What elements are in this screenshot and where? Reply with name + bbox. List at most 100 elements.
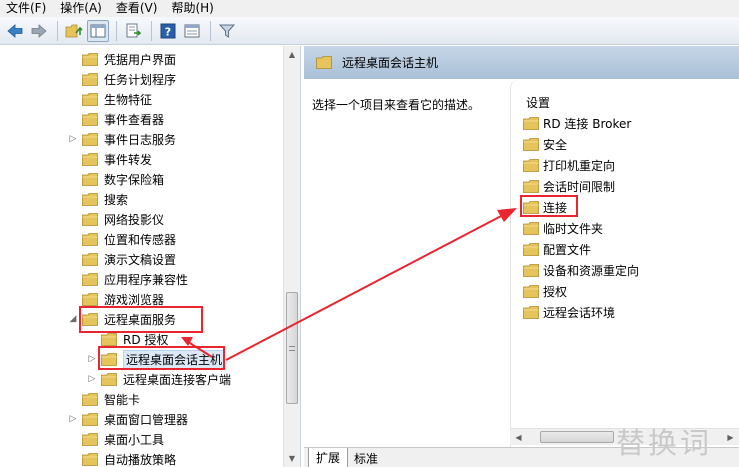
tree-item[interactable]: 智能卡 [68, 389, 140, 409]
tree-item[interactable]: 应用程序兼容性 [68, 269, 188, 289]
scroll-up-arrow-icon[interactable]: ▲ [284, 46, 300, 63]
folder-icon [82, 292, 98, 306]
tree-item[interactable]: 数字保险箱 [68, 169, 164, 189]
folder-icon [523, 179, 539, 193]
tab-standard[interactable]: 标准 [348, 448, 384, 467]
tree-item[interactable]: 桌面小工具 [68, 429, 164, 449]
tree-item-label: 应用程序兼容性 [104, 272, 189, 287]
settings-item-label: RD 连接 Broker [543, 116, 632, 131]
tab-extended[interactable]: 扩展 [308, 448, 348, 467]
folder-icon [82, 212, 98, 226]
settings-column-header[interactable]: 设置 [526, 94, 550, 111]
folder-icon [82, 152, 98, 166]
tree-item-label: 任务计划程序 [104, 72, 177, 87]
settings-item[interactable]: 会话时间限制 [523, 176, 615, 196]
tree-expander-icon[interactable]: ▷ [87, 354, 97, 364]
tree-expander-icon[interactable]: ▷ [68, 134, 78, 144]
toolbar-separator [57, 20, 58, 41]
settings-item[interactable]: 远程会话环境 [523, 302, 615, 322]
folder-icon [82, 92, 98, 106]
settings-item[interactable]: 授权 [523, 281, 567, 301]
scroll-left-arrow-icon[interactable]: ◀ [510, 429, 527, 446]
tree-item[interactable]: 搜索 [68, 189, 128, 209]
tree-item-label: 事件转发 [104, 152, 153, 167]
menu-view[interactable]: 查看(V) [116, 0, 158, 17]
annotation-box-remote-desktop-services [79, 306, 203, 333]
tree-item-label: 演示文稿设置 [104, 252, 177, 267]
tree-item-label: 自动播放策略 [104, 452, 177, 467]
tree-item[interactable]: 事件查看器 [68, 109, 164, 129]
settings-item[interactable]: RD 连接 Broker [523, 113, 631, 133]
folder-icon [523, 305, 539, 319]
settings-item-label: 设备和资源重定向 [543, 263, 640, 278]
folder-icon [82, 252, 98, 266]
settings-item[interactable]: 配置文件 [523, 239, 591, 259]
folder-icon [82, 192, 98, 206]
folder-icon [523, 116, 539, 130]
details-pane: 远程桌面会话主机 选择一个项目来查看它的描述。 设置 RD 连接 Broker 安… [304, 46, 739, 467]
export-list-icon[interactable] [122, 20, 144, 42]
folder-icon [316, 56, 332, 69]
tree-item[interactable]: ▷ 远程桌面连接客户端 [87, 369, 231, 389]
tree-item[interactable]: 网络投影仪 [68, 209, 164, 229]
tree-vertical-scrollbar[interactable]: ▲ ▼ [283, 46, 300, 467]
tree-item[interactable]: 演示文稿设置 [68, 249, 176, 269]
folder-icon [523, 221, 539, 235]
scroll-down-arrow-icon[interactable]: ▼ [284, 450, 300, 467]
show-hide-tree-icon[interactable] [87, 19, 109, 42]
folder-icon [82, 52, 98, 66]
folder-icon [101, 372, 117, 386]
tree-item[interactable]: 位置和传感器 [68, 229, 176, 249]
description-text: 选择一个项目来查看它的描述。 [312, 98, 481, 112]
folder-icon [523, 263, 539, 277]
settings-item[interactable]: 设备和资源重定向 [523, 260, 639, 280]
tree-item[interactable]: 凭据用户界面 [68, 49, 176, 69]
toolbar-separator [210, 20, 211, 41]
help-icon[interactable]: ? [157, 20, 179, 42]
tree-item[interactable]: 事件转发 [68, 149, 152, 169]
tree-item-label: 数字保险箱 [104, 172, 165, 187]
tree-item-label: 网络投影仪 [104, 212, 165, 227]
folder-icon [523, 284, 539, 298]
tree-pane: 凭据用户界面 任务计划程序生物特征 事件查看器 ▷ 事件日志服务事件转发数字保险箱搜索网… [0, 46, 301, 467]
tree-item-label: 凭据用户界面 [104, 52, 177, 67]
settings-item[interactable]: 安全 [523, 134, 567, 154]
annotation-box-connection [520, 195, 578, 217]
watermark-text: 替换词 [616, 426, 713, 460]
tree-item[interactable]: 生物特征 [68, 89, 152, 109]
folder-icon [523, 137, 539, 151]
tree-expander-icon[interactable]: ▷ [68, 414, 78, 424]
scroll-right-arrow-icon[interactable]: ▶ [722, 429, 739, 446]
scroll-thumb[interactable] [540, 431, 614, 443]
tree-item[interactable]: 任务计划程序 [68, 69, 176, 89]
folder-icon [82, 132, 98, 146]
folder-icon [82, 232, 98, 246]
settings-item-label: 远程会话环境 [543, 305, 616, 320]
folder-icon [82, 432, 98, 446]
toolbar-separator [151, 20, 152, 41]
folder-icon [82, 452, 98, 466]
settings-item-label: 临时文件夹 [543, 221, 604, 236]
filter-icon[interactable] [216, 20, 238, 42]
folder-icon [82, 412, 98, 426]
settings-item-label: 安全 [543, 137, 568, 152]
tree-expander-icon[interactable]: ◢ [68, 314, 78, 324]
tree-expander-icon[interactable]: ▷ [87, 374, 97, 384]
forward-arrow-icon[interactable] [28, 20, 50, 42]
scroll-thumb[interactable] [286, 292, 298, 404]
settings-item[interactable]: 打印机重定向 [523, 155, 615, 175]
up-folder-icon[interactable] [63, 20, 85, 42]
folder-icon [82, 172, 98, 186]
tree-item[interactable]: ▷ 桌面窗口管理器 [68, 409, 188, 429]
settings-item-label: 打印机重定向 [543, 158, 616, 173]
menu-help[interactable]: 帮助(H) [171, 0, 213, 17]
menu-file[interactable]: 文件(F) [6, 0, 46, 17]
tree-item[interactable]: 自动播放策略 [68, 449, 176, 467]
tree-item-label: 桌面窗口管理器 [104, 412, 189, 427]
back-arrow-icon[interactable] [4, 20, 26, 42]
tree-item[interactable]: ▷ 事件日志服务 [68, 129, 176, 149]
properties-icon[interactable] [181, 20, 203, 42]
folder-icon [82, 392, 98, 406]
settings-item[interactable]: 临时文件夹 [523, 218, 603, 238]
menu-action[interactable]: 操作(A) [60, 0, 102, 17]
